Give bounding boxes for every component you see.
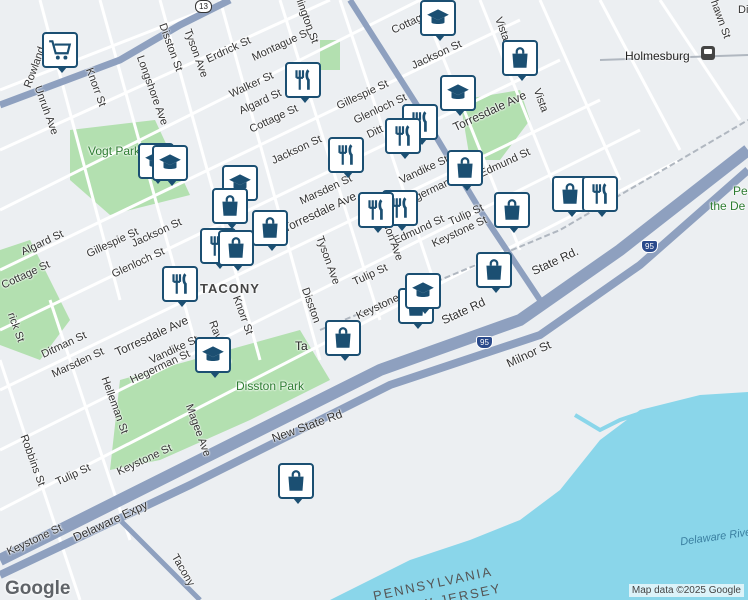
map-pin-restaurant[interactable] (358, 192, 394, 233)
restaurant-icon (587, 181, 613, 207)
map-pin-shopping-bag[interactable] (502, 40, 538, 81)
school-icon (445, 80, 471, 106)
school-icon (410, 278, 436, 304)
restaurant-icon (333, 142, 359, 168)
map-pin-school[interactable] (152, 145, 188, 186)
school-icon (425, 5, 451, 31)
park-label: Pennyp (733, 184, 748, 198)
map-pin-shopping-bag[interactable] (325, 320, 361, 361)
map-pin-school[interactable] (405, 273, 441, 314)
us-route-shield: 13 (195, 0, 212, 13)
map-attribution[interactable]: Map data ©2025 Google (628, 584, 744, 597)
grocery-cart-icon (47, 37, 73, 63)
map-pin-restaurant[interactable] (385, 118, 421, 159)
map-pin-shopping-bag[interactable] (447, 150, 483, 191)
map-pin-shopping-bag[interactable] (476, 252, 512, 293)
map-pin-shopping-bag[interactable] (218, 230, 254, 271)
park-label: Disston Park (236, 379, 305, 393)
shopping-bag-icon (557, 181, 583, 207)
map-canvas[interactable]: 13 95 95 Rowland Unruh Ave Knorr St Long… (0, 0, 748, 600)
map-pin-school[interactable] (195, 337, 231, 378)
shopping-bag-icon (223, 235, 249, 261)
neighborhood-label: TACONY (200, 281, 260, 296)
shopping-bag-icon (217, 193, 243, 219)
shopping-bag-icon (283, 468, 309, 494)
shopping-bag-icon (452, 155, 478, 181)
interstate-shield: 95 (641, 240, 658, 253)
map-provider-logo: Google (5, 578, 71, 599)
shopping-bag-icon (481, 257, 507, 283)
map-pin-shopping-bag[interactable] (494, 192, 530, 233)
map-pin-school[interactable] (420, 0, 456, 41)
park-label: the De (710, 199, 746, 213)
shopping-bag-icon (507, 45, 533, 71)
shopping-bag-icon (499, 197, 525, 223)
school-icon (200, 342, 226, 368)
shopping-bag-icon (330, 325, 356, 351)
map-pin-shopping-bag[interactable] (278, 463, 314, 504)
restaurant-icon (390, 123, 416, 149)
map-pin-restaurant[interactable] (285, 62, 321, 103)
shopping-bag-icon (257, 215, 283, 241)
train-station-icon[interactable] (701, 46, 715, 60)
map-pin-school[interactable] (440, 75, 476, 116)
place-label: Holmesburg (625, 49, 690, 63)
map-pin-shopping-bag[interactable] (212, 188, 248, 229)
map-pin-restaurant[interactable] (162, 266, 198, 307)
restaurant-icon (363, 197, 389, 223)
place-label: Ta (295, 339, 308, 353)
map-pin-restaurant[interactable] (328, 137, 364, 178)
school-icon (157, 150, 183, 176)
map-pin-restaurant[interactable] (582, 176, 618, 217)
map-pin-shopping-bag[interactable] (252, 210, 288, 251)
park-label: Vogt Park (88, 144, 141, 158)
restaurant-icon (167, 271, 193, 297)
street-label: Ditm (738, 4, 748, 16)
restaurant-icon (290, 67, 316, 93)
interstate-shield: 95 (476, 336, 493, 349)
map-pin-grocery-cart[interactable] (42, 32, 78, 73)
